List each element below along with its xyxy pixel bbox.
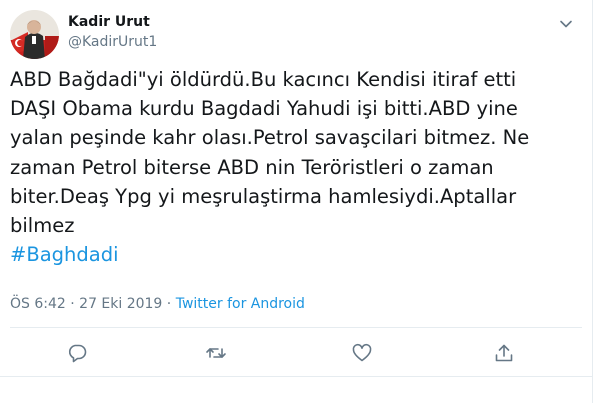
divider	[0, 376, 592, 377]
like-button[interactable]	[351, 342, 373, 364]
meta-separator: ·	[65, 296, 80, 312]
tweet-time[interactable]: ÖS 6:42	[10, 296, 66, 312]
tweet-text-line: ABD Bağdadi"yi öldürdü.Bu kacıncı Kendis…	[10, 68, 517, 91]
tweet-text: ABD Bağdadi"yi öldürdü.Bu kacıncı Kendis…	[10, 65, 570, 269]
tweet-card: Kadir Urut @KadirUrut1 ABD Bağdadi"yi öl…	[0, 0, 593, 403]
author-block[interactable]: Kadir Urut @KadirUrut1	[68, 12, 157, 52]
divider	[10, 327, 582, 328]
tweet-text-line: DAŞI Obama kurdu Bagdadi Yahudi işi bitt…	[10, 97, 518, 121]
share-button[interactable]	[493, 342, 515, 364]
retweet-button[interactable]	[205, 342, 227, 364]
author-handle[interactable]: @KadirUrut1	[68, 32, 157, 52]
hashtag-link[interactable]: #Baghdadi	[10, 240, 570, 269]
tweet-date[interactable]: 27 Eki 2019	[79, 296, 162, 312]
avatar[interactable]	[10, 10, 59, 59]
share-icon	[495, 344, 513, 362]
tweet-text-line: biter.Deaş Ypg yi meşrulaştirma hamlesiy…	[10, 184, 517, 208]
reply-button[interactable]	[66, 342, 88, 364]
chevron-down-icon[interactable]	[558, 16, 574, 32]
tweet-metadata: ÖS 6:42 · 27 Eki 2019 · Twitter for Andr…	[10, 294, 305, 314]
tweet-text-line: bilmez	[10, 214, 75, 238]
tweet-source-link[interactable]: Twitter for Android	[176, 296, 305, 312]
meta-separator: ·	[162, 296, 176, 312]
retweet-icon	[206, 348, 226, 358]
tweet-text-line: zaman Petrol biterse ABD nin Teröristler…	[10, 155, 494, 179]
heart-icon	[352, 343, 372, 362]
tweet-text-line: yalan peşinde kahr olası.Petrol savaşcil…	[10, 126, 530, 150]
author-name[interactable]: Kadir Urut	[68, 12, 157, 32]
reply-icon	[68, 344, 87, 363]
